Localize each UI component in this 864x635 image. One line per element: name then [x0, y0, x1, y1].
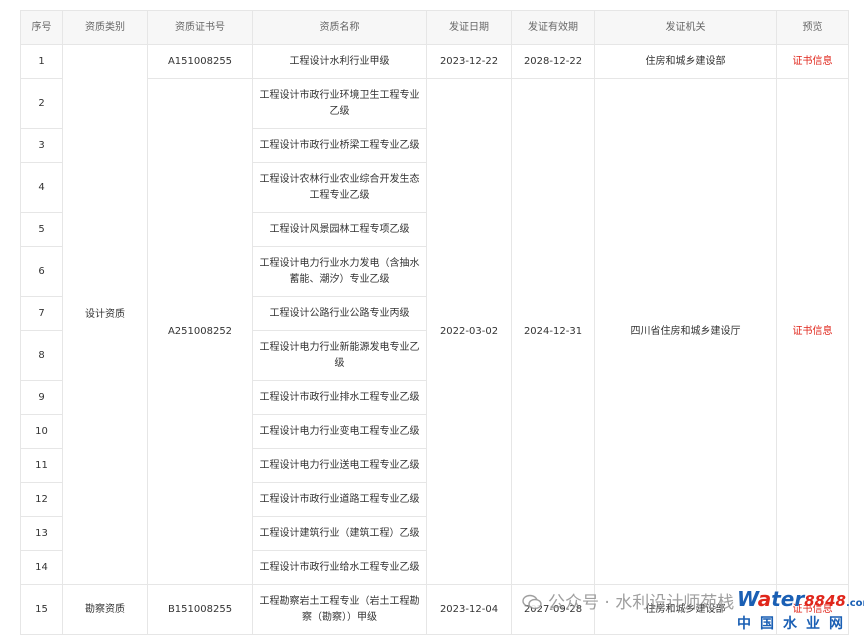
- logo-subtitle: 中国水业网: [737, 616, 852, 632]
- qualification-name: 工程设计电力行业水力发电（含抽水蓄能、潮汐）专业乙级: [252, 246, 427, 297]
- row-no: 11: [20, 448, 63, 483]
- category-cell: 设计资质: [62, 44, 148, 585]
- qualification-name: 工程设计电力行业新能源发电专业乙级: [252, 330, 427, 381]
- header-issue-date: 发证日期: [426, 10, 512, 45]
- watermark: 公众号 · 水利设计师苑栈: [522, 588, 734, 613]
- row-no: 14: [20, 550, 63, 585]
- cert-no-cell: B151008255: [147, 584, 253, 635]
- authority-cell: 四川省住房和城乡建设厅: [594, 78, 777, 585]
- authority-cell: 住房和城乡建设部: [594, 44, 777, 79]
- row-no: 15: [20, 584, 63, 635]
- qualification-name: 工程设计农林行业农业综合开发生态工程专业乙级: [252, 162, 427, 213]
- issue-date-cell: 2023-12-04: [426, 584, 512, 635]
- qualification-name: 工程设计水利行业甲级: [252, 44, 427, 79]
- row-no: 7: [20, 296, 63, 331]
- issue-date-cell: 2022-03-02: [426, 78, 512, 585]
- qualification-name: 工程设计电力行业变电工程专业乙级: [252, 414, 427, 449]
- preview-link[interactable]: 证书信息: [776, 78, 849, 585]
- issue-date-cell: 2023-12-22: [426, 44, 512, 79]
- table-header-row: 序号 资质类别 资质证书号 资质名称 发证日期 发证有效期 发证机关 预览: [20, 10, 849, 45]
- qualification-name: 工程设计市政行业排水工程专业乙级: [252, 380, 427, 415]
- row-no: 12: [20, 482, 63, 517]
- qualification-table: 序号 资质类别 资质证书号 资质名称 发证日期 发证有效期 发证机关 预览 1 …: [20, 10, 849, 635]
- table-row: 1 设计资质 A151008255 工程设计水利行业甲级 2023-12-22 …: [20, 44, 849, 585]
- water8848-logo: Water8848.com 中国水业网: [737, 587, 864, 632]
- header-valid-until: 发证有效期: [511, 10, 595, 45]
- row-no: 6: [20, 246, 63, 297]
- row-no: 10: [20, 414, 63, 449]
- row-no: 8: [20, 330, 63, 381]
- row-no: 4: [20, 162, 63, 213]
- category-cell: 勘察资质: [62, 584, 148, 635]
- qualification-name: 工程设计风景园林工程专项乙级: [252, 212, 427, 247]
- header-cert-no: 资质证书号: [147, 10, 253, 45]
- valid-until-cell: 2024-12-31: [511, 78, 595, 585]
- wechat-bubble-icon: [522, 594, 542, 610]
- preview-link[interactable]: 证书信息: [776, 44, 849, 79]
- watermark-text: 公众号 · 水利设计师苑栈: [548, 593, 735, 613]
- header-name: 资质名称: [252, 10, 427, 45]
- cert-no-cell: A151008255: [147, 44, 253, 79]
- qualification-name: 工程设计公路行业公路专业丙级: [252, 296, 427, 331]
- qualification-name: 工程设计电力行业送电工程专业乙级: [252, 448, 427, 483]
- header-preview: 预览: [776, 10, 849, 45]
- header-category: 资质类别: [62, 10, 148, 45]
- row-no: 9: [20, 380, 63, 415]
- qualification-name: 工程设计市政行业道路工程专业乙级: [252, 482, 427, 517]
- row-no: 2: [20, 78, 63, 129]
- row-no: 13: [20, 516, 63, 551]
- header-no: 序号: [20, 10, 63, 45]
- header-authority: 发证机关: [594, 10, 777, 45]
- qualification-name: 工程设计市政行业环境卫生工程专业乙级: [252, 78, 427, 129]
- qualification-name: 工程设计市政行业桥梁工程专业乙级: [252, 128, 427, 163]
- valid-until-cell: 2028-12-22: [511, 44, 595, 79]
- qualification-name: 工程设计市政行业给水工程专业乙级: [252, 550, 427, 585]
- qualification-name: 工程勘察岩土工程专业（岩土工程勘察（勘察））甲级: [252, 584, 427, 635]
- row-no: 5: [20, 212, 63, 247]
- row-no: 3: [20, 128, 63, 163]
- logo-brand: Water8848.com: [737, 587, 864, 611]
- row-no: 1: [20, 44, 63, 79]
- qualification-name: 工程设计建筑行业（建筑工程）乙级: [252, 516, 427, 551]
- cert-no-cell: A251008252: [147, 78, 253, 585]
